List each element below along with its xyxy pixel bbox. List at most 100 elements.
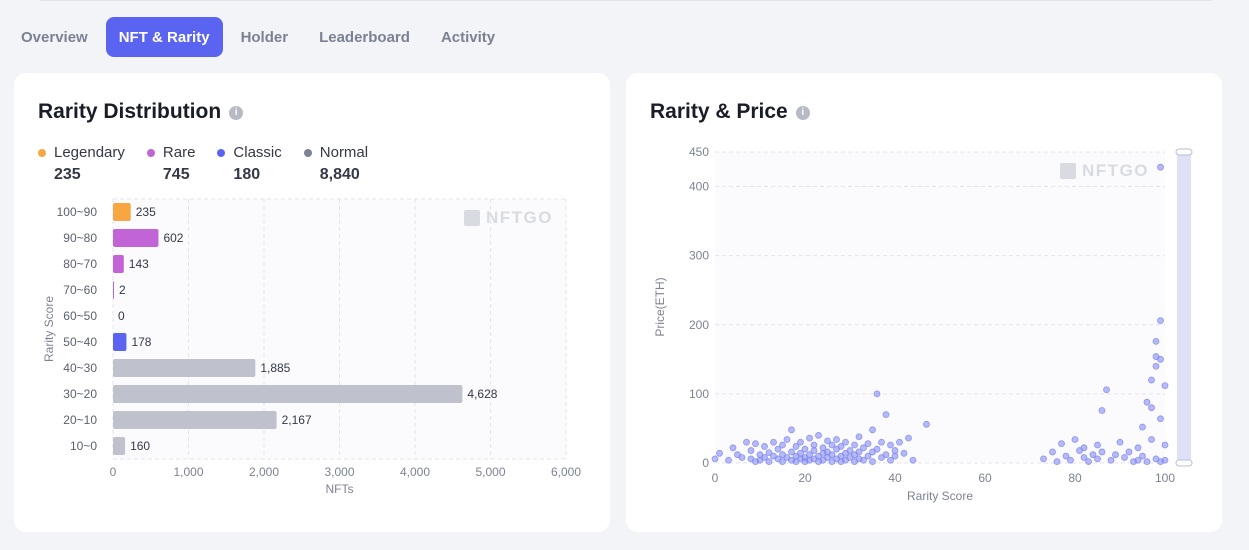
y-tick-label: 70~60	[63, 283, 97, 297]
nftgo-logo-icon	[1060, 163, 1076, 179]
y-tick-label: 300	[689, 249, 709, 263]
data-label: 2,167	[282, 413, 312, 427]
nftgo-watermark: NFTGO	[1060, 161, 1148, 180]
bar	[113, 359, 256, 377]
scatter-point	[891, 452, 899, 460]
tab-bar: Overview NFT & Rarity Holder Leaderboard…	[8, 17, 513, 57]
scatter-point	[1161, 441, 1169, 449]
scatter-point	[1157, 415, 1164, 423]
scatter-point	[1058, 440, 1065, 448]
x-tick-label: 60	[978, 471, 992, 485]
scatter-point	[725, 456, 732, 464]
scatter-point	[1040, 455, 1047, 463]
nftgo-watermark: NFTGO	[464, 208, 552, 227]
scatter-point	[1152, 337, 1160, 345]
y-tick-label: 20~10	[63, 413, 97, 427]
scatter-point	[788, 426, 795, 434]
bar	[113, 333, 127, 351]
y-tick-label: 400	[689, 180, 709, 194]
scatter-point	[1148, 376, 1155, 384]
x-tick-label: 3,000	[324, 465, 354, 479]
zoom-slider-top-handle[interactable]	[1175, 148, 1193, 156]
data-label: 178	[131, 335, 151, 349]
y-tick-label: 0	[702, 456, 709, 470]
plot-area	[715, 152, 1165, 463]
scatter-point	[1071, 436, 1079, 443]
scatter-point	[1143, 398, 1151, 406]
y-tick-label: 100~90	[57, 205, 98, 219]
scatter-point	[1161, 456, 1169, 464]
scatter-point	[810, 447, 818, 454]
scatter-point	[711, 455, 719, 463]
y-tick-label: 10~0	[70, 439, 97, 453]
x-tick-label: 5,000	[475, 465, 505, 479]
scatter-point	[729, 444, 737, 452]
scatter-point	[770, 438, 777, 446]
bar	[113, 281, 114, 299]
y-tick-label: 60~50	[63, 309, 97, 323]
bar	[113, 255, 124, 273]
scatter-point	[806, 434, 813, 442]
y-tick-label: 30~20	[63, 387, 97, 401]
x-tick-label: 6,000	[551, 465, 581, 479]
scatter-point	[783, 436, 791, 443]
scatter-point	[1112, 451, 1119, 459]
scatter-point	[891, 447, 899, 454]
scatter-point	[738, 454, 746, 461]
y-tick-label: 50~40	[63, 335, 97, 349]
scatter-point	[1098, 448, 1106, 456]
scatter-point	[797, 438, 804, 446]
bar	[113, 437, 126, 455]
bar	[113, 411, 277, 429]
data-label: 143	[129, 257, 149, 271]
zoom-slider-track	[1177, 152, 1191, 463]
x-tick-label: 100	[1155, 471, 1175, 485]
scatter-point	[869, 426, 876, 434]
scatter-point	[869, 458, 876, 466]
rarity-distribution-card: Rarity Distribution i Legendary 235 Rare…	[14, 73, 610, 532]
scatter-point	[923, 420, 930, 428]
scatter-point	[1107, 456, 1115, 464]
scatter-point	[1125, 448, 1133, 456]
data-label: 1,885	[260, 361, 290, 375]
scatter-point	[873, 445, 881, 453]
x-tick-label: 40	[888, 471, 902, 485]
scatter-point	[882, 411, 890, 419]
scatter-point	[1053, 458, 1061, 466]
tab-leaderboard[interactable]: Leaderboard	[306, 17, 423, 57]
scatter-point	[1152, 362, 1160, 370]
x-tick-label: 0	[110, 465, 117, 479]
bar	[113, 229, 159, 247]
scatter-point	[765, 458, 773, 466]
tab-overview[interactable]: Overview	[8, 17, 101, 57]
rarity-price-scatter-chart: 0 100 200 300 400 450 0 20 40 60 80 100 NFTGO Rarity …	[653, 145, 1193, 503]
zoom-slider-bottom-handle[interactable]	[1175, 459, 1193, 467]
scatter-point	[1157, 355, 1164, 363]
x-tick-label: 2,000	[249, 465, 279, 479]
scatter-point	[815, 431, 822, 439]
scatter-point	[1157, 163, 1164, 171]
scatter-point	[878, 438, 885, 446]
data-label: 160	[130, 439, 150, 453]
tab-nft-rarity[interactable]: NFT & Rarity	[105, 17, 223, 57]
tab-holder[interactable]: Holder	[228, 17, 302, 57]
scatter-point	[896, 438, 903, 446]
scatter-point	[1139, 423, 1146, 431]
bar	[113, 385, 463, 403]
scatter-point	[909, 456, 917, 464]
scatter-point	[873, 390, 881, 398]
scatter-point	[1116, 438, 1124, 446]
scatter-point	[855, 433, 863, 441]
top-divider	[40, 0, 1212, 1]
scatter-point	[1161, 382, 1169, 389]
scatter-point	[1121, 454, 1128, 461]
tab-activity[interactable]: Activity	[428, 17, 508, 57]
scatter-point	[864, 440, 872, 448]
x-tick-label: 20	[798, 471, 812, 485]
scatter-point	[1103, 386, 1110, 394]
scatter-point	[801, 445, 809, 453]
scatter-point	[842, 438, 849, 446]
scatter-point	[900, 449, 908, 457]
y-axis-label: Price(ETH)	[653, 277, 667, 336]
scatter-point	[1085, 458, 1092, 466]
